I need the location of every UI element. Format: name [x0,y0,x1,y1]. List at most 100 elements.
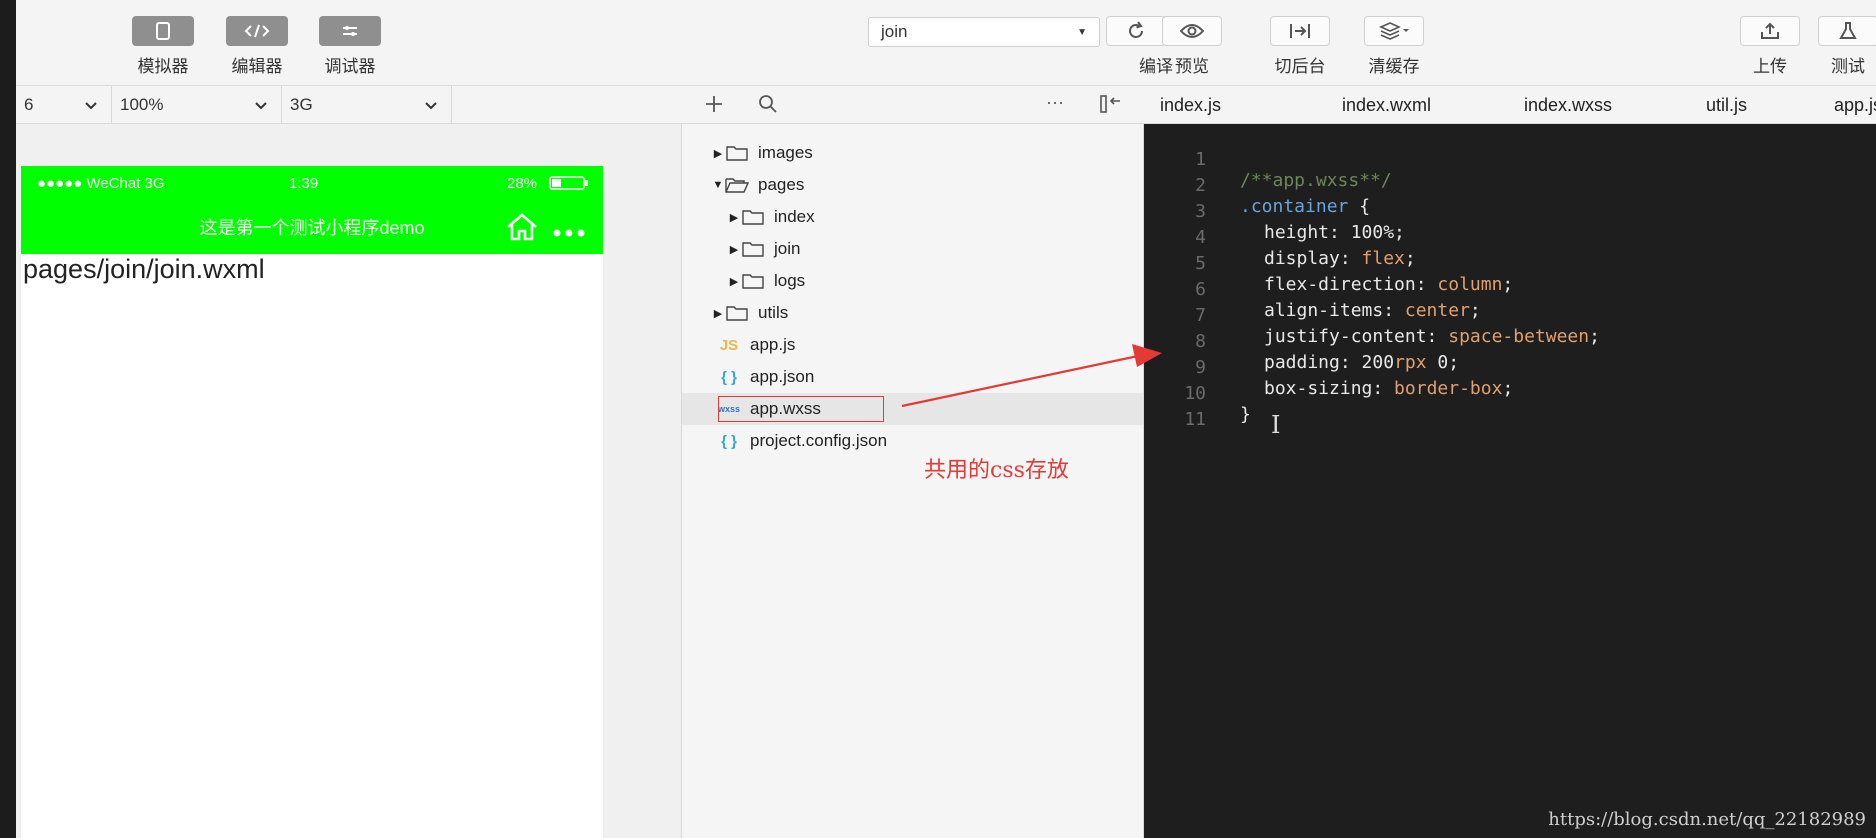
simulator-label: 模拟器 [137,57,189,76]
tree-label: app.js [750,335,796,354]
code-line: 10 } [1144,362,1876,425]
zoom-select-value: 100% [120,95,164,114]
code-line: 3 height: 100%; [1144,180,1876,243]
code-line: 7 justify-content: space-between; [1144,284,1876,347]
preview-tool[interactable]: 预览 [1162,16,1222,77]
editor-tabs: index.js index.wxml index.wxss util.js a… [1144,86,1876,124]
tree-folder-index[interactable]: ▶ index [682,201,1143,233]
device-select[interactable]: 6 [16,86,112,124]
home-icon[interactable] [505,212,539,247]
tree-label: index [774,207,815,226]
background-label: 切后台 [1274,57,1326,76]
tab-util-js[interactable]: util.js [1706,95,1747,116]
folder-icon [740,272,766,290]
project-select[interactable]: join ▼ [868,17,1100,47]
upload-tool[interactable]: 上传 [1740,16,1800,77]
status-time: 1:39 [289,174,319,192]
tree-label: logs [774,271,806,290]
tree-folder-join[interactable]: ▶ join [682,233,1143,265]
tree-folder-pages[interactable]: ▼ pages [682,169,1143,201]
tree-label: project.config.json [750,431,888,450]
more-dots-icon[interactable] [553,222,587,243]
caret-right-icon: ▶ [729,275,739,288]
code-line: 9 box-sizing: border-box; [1144,336,1876,399]
tree-file-app-json[interactable]: { } app.json [682,361,1143,393]
code-editor[interactable]: 1 /**app.wxss**/ 2 .container { 3 height… [1144,124,1876,838]
preview-label: 预览 [1175,57,1209,76]
text-cursor-icon: I [1271,411,1281,439]
refresh-icon [1106,16,1166,46]
caret-down-icon: ▼ [1077,26,1087,38]
device-select-value: 6 [24,95,34,114]
tree-folder-logs[interactable]: ▶ logs [682,265,1143,297]
editor-label: 编辑器 [231,57,283,76]
tree-label: pages [758,175,805,194]
code-line: 5 flex-direction: column; [1144,232,1876,295]
chevron-down-icon [85,95,97,115]
caret-right-icon: ▶ [729,211,739,224]
annotation-highlight-box [718,396,884,422]
sliders-icon [319,16,381,46]
caret-right-icon: ▶ [713,307,723,320]
upload-label: 上传 [1753,57,1787,76]
upload-icon [1740,16,1800,46]
more-options-icon[interactable]: ··· [1046,92,1064,113]
tree-file-app-js[interactable]: JS app.js [682,329,1143,361]
battery-level: 28% [507,174,538,192]
code-line: 6 align-items: center; [1144,258,1876,321]
caret-right-icon: ▶ [729,243,739,256]
clear-cache-tool[interactable]: 清缓存 [1364,16,1424,77]
tab-app-js[interactable]: app.js [1834,95,1876,116]
tree-label: utils [758,303,789,322]
code-line: 8 padding: 200rpx 0; [1144,310,1876,373]
tree-label: join [774,239,801,258]
test-label: 测试 [1831,57,1865,76]
tab-index-js[interactable]: index.js [1160,95,1221,116]
folder-icon [724,144,750,162]
network-select[interactable]: 3G [282,86,452,124]
chevron-down-icon [425,95,437,115]
tree-label: app.json [750,367,815,386]
tree-file-project-config[interactable]: { } project.config.json [682,425,1143,457]
tree-folder-utils[interactable]: ▶ utils [682,297,1143,329]
add-file-icon[interactable] [704,94,724,119]
layers-icon [1364,16,1424,46]
clear-cache-label: 清缓存 [1368,57,1420,76]
caret-right-icon: ▶ [713,147,723,160]
tab-index-wxml[interactable]: index.wxml [1342,95,1431,116]
switch-background-icon [1270,16,1330,46]
nav-title: 这是第一个测试小程序demo [199,218,425,238]
folder-icon [740,208,766,226]
caret-down-icon: ▼ [712,179,724,191]
zoom-select[interactable]: 100% [112,86,282,124]
phone-status-bar: ●●●●● WeChat 3G 1:39 28% [21,166,603,200]
test-tool[interactable]: 测试 [1818,16,1876,77]
phone-screen: ●●●●● WeChat 3G 1:39 28% 这是第一个测试小程序demo … [21,166,603,838]
page-content: pages/join/join.wxml [23,254,265,284]
code-line: 4 display: flex; [1144,206,1876,269]
simulator-tool[interactable]: 模拟器 [132,16,194,77]
line-number: 11 [1184,409,1206,430]
json-file-icon: { } [721,432,737,450]
code-line: 11 [1144,388,1876,430]
search-icon[interactable] [758,94,778,119]
annotation-note: 共用的css存放 [924,458,1069,483]
tab-index-wxss[interactable]: index.wxss [1524,95,1612,116]
background-tool[interactable]: 切后台 [1270,16,1330,77]
signal-carrier: ●●●●● WeChat 3G [37,174,165,192]
tree-folder-images[interactable]: ▶ images [682,137,1143,169]
debugger-tool[interactable]: 调试器 [319,16,381,77]
simulator-panel: ●●●●● WeChat 3G 1:39 28% 这是第一个测试小程序demo … [16,124,682,838]
watermark: https://blog.csdn.net/qq_22182989 [1548,809,1866,830]
folder-icon [724,304,750,322]
top-toolbar: 模拟器 编辑器 调试器 join ▼ 编译 预览 切后台 清缓存 上传 测试 [16,0,1876,86]
code-line: 2 .container { [1144,154,1876,217]
file-explorer: ▶ images ▼ pages ▶ index ▶ join ▶ logs ▶… [682,124,1144,838]
editor-tool[interactable]: 编辑器 [226,16,288,77]
battery-icon [549,176,589,194]
project-select-value: join [881,22,908,41]
collapse-panel-icon[interactable] [1100,94,1122,119]
folder-icon [740,240,766,258]
code-line: 1 /**app.wxss**/ [1144,128,1876,191]
js-file-icon: JS [719,336,739,354]
